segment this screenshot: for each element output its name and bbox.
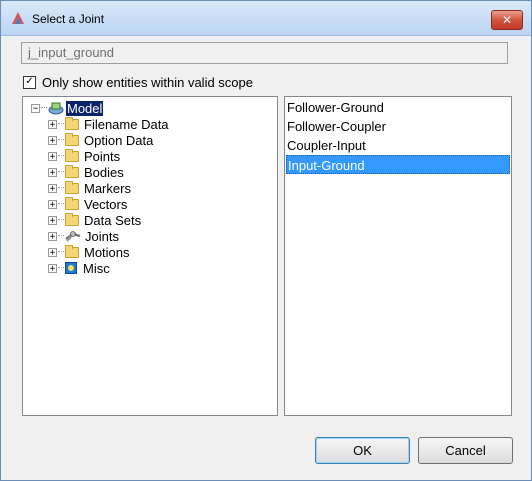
- tree-connector: [58, 235, 64, 237]
- tree-connector: [41, 107, 47, 109]
- expand-icon[interactable]: +: [48, 215, 57, 225]
- folder-icon: [65, 116, 79, 130]
- collapse-icon[interactable]: −: [31, 103, 40, 113]
- tree-node-joints[interactable]: + Joints: [48, 228, 120, 244]
- joint-icon: [65, 231, 81, 242]
- cancel-button[interactable]: Cancel: [418, 437, 513, 464]
- tree-node-option-data[interactable]: + Option Data: [48, 132, 154, 148]
- tree-node-points[interactable]: + Points: [48, 148, 121, 164]
- joint-list[interactable]: Follower-Ground Follower-Coupler Coupler…: [284, 96, 512, 416]
- folder-icon: [65, 196, 79, 210]
- window-title: Select a Joint: [32, 12, 105, 26]
- expand-icon[interactable]: +: [48, 247, 57, 257]
- close-button[interactable]: ✕: [491, 10, 523, 30]
- misc-icon: [65, 262, 77, 274]
- tree-connector: [58, 251, 64, 253]
- expand-icon[interactable]: +: [48, 151, 57, 161]
- tree-node-label: Points: [84, 148, 121, 164]
- dialog-body: j_input_ground ✓ Only show entities with…: [9, 36, 523, 472]
- tree-node-misc[interactable]: + Misc: [48, 260, 111, 276]
- close-icon: ✕: [501, 13, 513, 27]
- folder-icon: [65, 180, 79, 194]
- folder-icon: [65, 148, 79, 162]
- tree-connector: [58, 187, 64, 189]
- tree-node-label: Misc: [83, 260, 110, 276]
- list-item[interactable]: Coupler-Input: [286, 136, 510, 155]
- tree-node-label: Filename Data: [84, 116, 169, 132]
- tree-node-bodies[interactable]: + Bodies: [48, 164, 125, 180]
- tree-node-label: Option Data: [84, 132, 154, 148]
- entity-name-field[interactable]: j_input_ground: [21, 42, 508, 64]
- select-joint-dialog: Select a Joint ✕ j_input_ground ✓ Only s…: [0, 0, 532, 481]
- app-logo-icon: [12, 12, 24, 24]
- expand-icon[interactable]: +: [48, 119, 57, 129]
- model-tree[interactable]: − Model + Filename Data + Option Data + …: [22, 96, 278, 416]
- tree-node-label: Joints: [85, 228, 119, 244]
- check-icon: ✓: [25, 76, 34, 87]
- tree-node-label: Vectors: [84, 196, 128, 212]
- expand-icon[interactable]: +: [48, 135, 57, 145]
- tree-connector: [58, 139, 64, 141]
- tree-connector: [58, 123, 64, 125]
- list-item[interactable]: Follower-Ground: [286, 98, 510, 117]
- tree-connector: [58, 219, 64, 221]
- expand-icon[interactable]: +: [48, 199, 57, 209]
- tree-connector: [58, 171, 64, 173]
- ok-button[interactable]: OK: [315, 437, 410, 464]
- tree-node-label: Data Sets: [84, 212, 142, 228]
- tree-node-label: Motions: [84, 244, 130, 260]
- tree-node-label: Markers: [84, 180, 131, 196]
- tree-connector: [58, 155, 64, 157]
- tree-node-label: Bodies: [84, 164, 124, 180]
- folder-icon: [65, 244, 79, 258]
- folder-icon: [65, 212, 79, 226]
- tree-node-model[interactable]: − Model: [31, 100, 104, 116]
- expand-icon[interactable]: +: [48, 231, 57, 241]
- valid-scope-label: Only show entities within valid scope: [42, 74, 253, 90]
- list-item-selected[interactable]: Input-Ground: [286, 155, 510, 174]
- expand-icon[interactable]: +: [48, 183, 57, 193]
- tree-node-filename-data[interactable]: + Filename Data: [48, 116, 170, 132]
- tree-node-vectors[interactable]: + Vectors: [48, 196, 128, 212]
- folder-icon: [65, 132, 79, 146]
- tree-node-data-sets[interactable]: + Data Sets: [48, 212, 142, 228]
- expand-icon[interactable]: +: [48, 263, 57, 273]
- tree-connector: [58, 267, 64, 269]
- model-icon: [48, 102, 64, 115]
- tree-node-markers[interactable]: + Markers: [48, 180, 132, 196]
- title-bar[interactable]: Select a Joint ✕: [1, 1, 531, 36]
- valid-scope-checkbox[interactable]: ✓: [23, 75, 36, 89]
- tree-node-motions[interactable]: + Motions: [48, 244, 131, 260]
- expand-icon[interactable]: +: [48, 167, 57, 177]
- tree-connector: [58, 203, 64, 205]
- folder-icon: [65, 164, 79, 178]
- valid-scope-option[interactable]: ✓ Only show entities within valid scope: [23, 74, 253, 90]
- list-item[interactable]: Follower-Coupler: [286, 117, 510, 136]
- tree-node-label: Model: [66, 100, 104, 116]
